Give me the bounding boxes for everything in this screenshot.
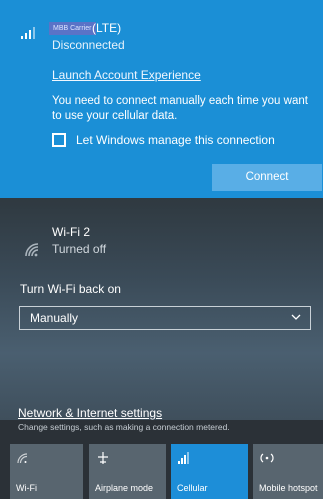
wifi-section: Wi-Fi 2 Turned off Turn Wi-Fi back on Ma… [0, 198, 323, 420]
wifi-status: Turned off [52, 242, 107, 256]
wifi-network-name: Wi-Fi 2 [52, 225, 90, 239]
cellular-section: MBB Carrier (LTE) Disconnected Launch Ac… [0, 0, 323, 198]
quick-action-airplane-mode[interactable]: Airplane mode [89, 444, 166, 499]
manual-connect-message: You need to connect manually each time y… [52, 95, 308, 122]
cellular-icon [178, 452, 189, 464]
connection-status: Disconnected [52, 38, 125, 52]
network-settings-description: Change settings, such as making a connec… [18, 422, 230, 432]
airplane-icon [98, 452, 108, 464]
manage-connection-checkbox-row[interactable]: Let Windows manage this connection [52, 131, 275, 149]
chevron-down-icon [291, 314, 301, 320]
quick-action-label: Wi-Fi [16, 483, 37, 493]
wifi-icon [17, 453, 28, 464]
network-type: (LTE) [92, 21, 122, 35]
dropdown-value: Manually [30, 311, 79, 325]
quick-action-label: Mobile hotspot [259, 483, 318, 493]
manage-connection-label: Let Windows manage this connection [76, 133, 275, 147]
hotspot-icon [260, 453, 274, 463]
cellular-signal-icon [21, 27, 35, 39]
turn-wifi-on-label: Turn Wi-Fi back on [20, 282, 121, 296]
manage-connection-checkbox[interactable] [52, 133, 66, 147]
wifi-turn-on-dropdown[interactable]: Manually [19, 306, 311, 330]
quick-action-cellular[interactable]: Cellular [171, 444, 248, 499]
launch-account-link[interactable]: Launch Account Experience [52, 68, 201, 82]
quick-action-label: Airplane mode [95, 483, 154, 493]
quick-action-label: Cellular [177, 483, 208, 493]
connect-button[interactable]: Connect [212, 164, 322, 191]
carrier-name: MBB Carrier [49, 22, 96, 35]
network-flyout: MBB Carrier (LTE) Disconnected Launch Ac… [0, 0, 323, 499]
wifi-off-icon [25, 243, 39, 257]
quick-action-mobile-hotspot[interactable]: Mobile hotspot [253, 444, 323, 499]
quick-action-wifi[interactable]: Wi-Fi [10, 444, 83, 499]
network-settings-link[interactable]: Network & Internet settings [18, 406, 162, 420]
